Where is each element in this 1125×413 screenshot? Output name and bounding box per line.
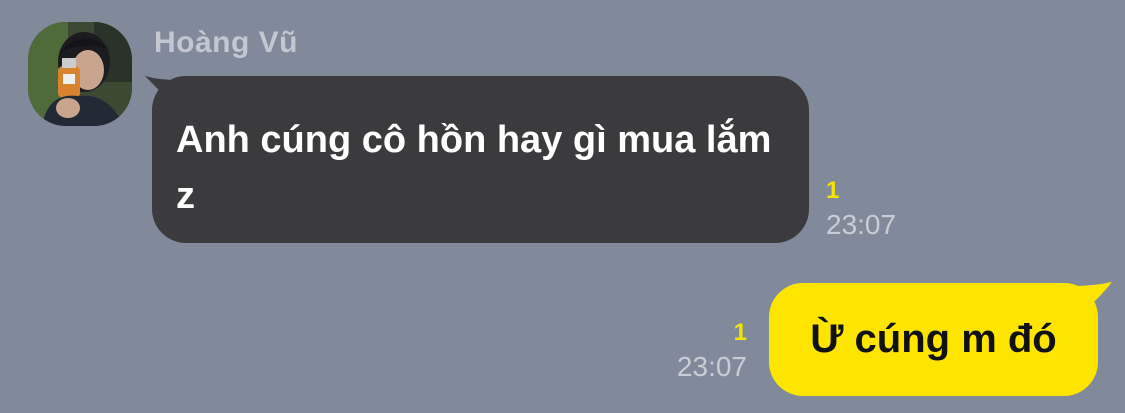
unread-count: 1: [826, 177, 840, 204]
chat-room: Hoàng Vũ Anh cúng cô hồn hay gì mua lắm …: [0, 0, 1125, 413]
incoming-message-text: Anh cúng cô hồn hay gì mua lắm z: [176, 119, 772, 217]
sender-name[interactable]: Hoàng Vũ: [154, 26, 298, 60]
message-time: 23:07: [826, 209, 897, 240]
outgoing-message-text: Ừ cúng m đó: [810, 317, 1057, 361]
sender-avatar[interactable]: [28, 22, 132, 126]
message-time: 23:07: [676, 351, 747, 382]
avatar-photo-icon: [28, 22, 132, 126]
unread-count: 1: [733, 319, 747, 346]
outgoing-message-bubble[interactable]: Ừ cúng m đó: [769, 283, 1098, 396]
incoming-message-bubble[interactable]: Anh cúng cô hồn hay gì mua lắm z: [152, 76, 809, 243]
outgoing-message-meta: 1 23:07: [677, 320, 747, 384]
incoming-message-meta: 1 23:07: [826, 178, 896, 242]
